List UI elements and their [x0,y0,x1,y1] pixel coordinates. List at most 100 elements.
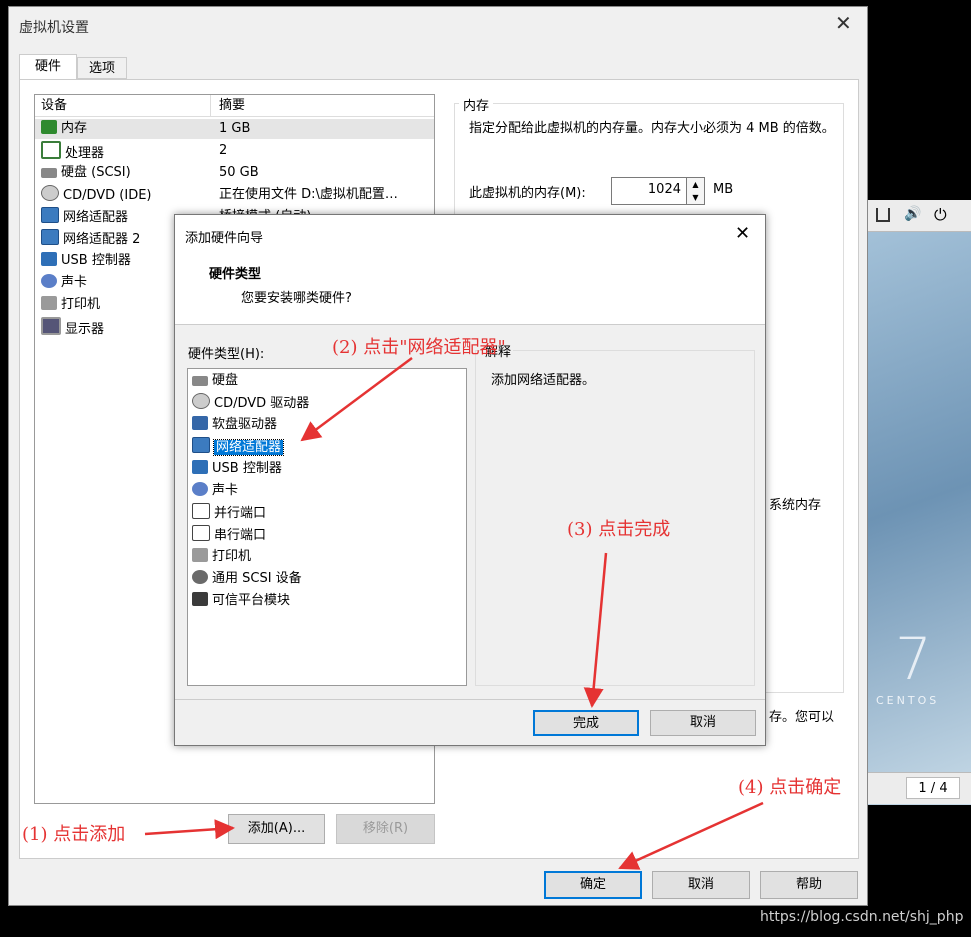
centos-number: 7 [895,625,932,693]
desktop-bottom-bar: 1 / 4 [866,772,971,804]
hardware-type-label: 硬件类型(H): [188,347,265,362]
cancel-button[interactable]: 取消 [652,871,750,899]
hardware-item-label: 硬盘 [212,373,239,388]
hardware-item-label: 并行端口 [214,506,267,521]
column-header-summary[interactable]: 摘要 [211,95,434,117]
hardware-list-item[interactable]: 声卡 [192,481,238,501]
sound-card-icon [192,482,208,496]
device-name: 网络适配器 [63,210,129,225]
table-row[interactable]: CD/DVD (IDE) 正在使用文件 D:\虚拟机配置… [35,185,434,205]
finish-button[interactable]: 完成 [533,710,639,736]
annotation-step3: (3) 点击完成 [567,519,671,540]
cpu-icon [41,141,61,159]
table-row[interactable]: 处理器 2 [35,141,434,161]
remove-hardware-button[interactable]: 移除(R) [336,814,435,844]
cd-dvd-icon [192,393,210,409]
wizard-subheading: 您要安装哪类硬件? [241,291,352,306]
memory-stepper[interactable]: ▲ ▼ [687,177,705,205]
scsi-icon [192,570,208,584]
parallel-port-icon [192,503,210,519]
hardware-list-item[interactable]: 硬盘 [192,371,238,391]
annotation-step4: (4) 点击确定 [738,777,842,798]
tab-hardware[interactable]: 硬件 [19,54,77,80]
table-row[interactable]: 硬盘 (SCSI) 50 GB [35,163,434,183]
network-adapter-icon [41,229,59,245]
usb-icon [192,460,208,474]
cd-dvd-icon [41,185,59,201]
hardware-list-item[interactable]: 可信平台模块 [192,591,290,611]
device-name: USB 控制器 [61,253,131,268]
memory-description: 指定分配给此虚拟机的内存量。内存大小必须为 4 MB 的倍数。 [469,121,835,136]
table-row[interactable]: 内存 1 GB [35,119,434,139]
page-indicator: 1 / 4 [906,777,960,799]
desktop-background [866,200,971,805]
help-button[interactable]: 帮助 [760,871,858,899]
hard-disk-icon [192,376,208,386]
network-icon[interactable] [876,208,890,222]
device-summary: 2 [219,143,228,158]
window-title: 虚拟机设置 [19,20,89,36]
serial-port-icon [192,525,210,541]
tpm-chip-icon [192,592,208,606]
close-icon[interactable]: ✕ [835,11,852,35]
hard-disk-icon [41,168,57,178]
hardware-type-list: 硬盘 CD/DVD 驱动器 软盘驱动器网络适配器 USB 控制器 声卡并行端口串行端口打… [187,368,467,686]
annotation-step2: (2) 点击"网络适配器" [332,337,506,358]
hardware-list-item[interactable]: 打印机 [192,547,251,567]
memory-group-title: 内存 [459,95,494,114]
tab-options[interactable]: 选项 [77,57,127,79]
hardware-list-item[interactable]: USB 控制器 [192,459,282,479]
centos-logo-text: CENTOS [876,694,940,707]
power-icon[interactable]: ⏻ [934,205,947,225]
hardware-item-label: CD/DVD 驱动器 [214,396,310,411]
memory-field-label: 此虚拟机的内存(M): [469,186,586,201]
wizard-title: 添加硬件向导 [185,231,264,246]
wizard-cancel-button[interactable]: 取消 [650,710,756,736]
printer-icon [192,548,208,562]
device-summary: 50 GB [219,165,259,180]
hardware-item-label: 软盘驱动器 [212,417,278,432]
hardware-item-label: 串行端口 [214,528,267,543]
hardware-list-item[interactable]: 并行端口 [192,503,266,523]
device-name: 声卡 [61,275,88,290]
memory-partial-text-1: 系统内存 [769,498,822,513]
hardware-item-label: USB 控制器 [212,461,282,476]
hardware-item-label: 打印机 [212,549,252,564]
device-name: 显示器 [65,322,105,337]
hardware-item-label: 声卡 [212,483,239,498]
column-header-device[interactable]: 设备 [35,95,211,117]
device-name: CD/DVD (IDE) [63,188,152,203]
wizard-close-icon[interactable]: ✕ [735,223,750,244]
add-hardware-wizard: 添加硬件向导 ✕ 硬件类型 您要安装哪类硬件? 硬件类型(H): 硬盘 CD/DV… [174,214,766,746]
explanation-text: 添加网络适配器。 [491,373,596,388]
hardware-list-item[interactable]: 软盘驱动器 [192,415,277,435]
hardware-item-label: 可信平台模块 [212,593,291,608]
usb-icon [41,252,57,266]
wizard-heading: 硬件类型 [209,267,262,282]
memory-icon [41,120,57,134]
printer-icon [41,296,57,310]
wizard-header [175,215,765,325]
network-adapter-icon [41,207,59,223]
add-hardware-button[interactable]: 添加(A)... [228,814,325,844]
ok-button[interactable]: 确定 [544,871,642,899]
hardware-item-label: 通用 SCSI 设备 [212,571,302,586]
memory-partial-text-2: 存。您可以 [769,710,835,725]
volume-icon[interactable]: 🔊 [904,206,921,222]
desktop-top-bar: 🔊 ⏻ [866,200,971,232]
annotation-step1: (1) 点击添加 [22,824,126,845]
hardware-list-item[interactable]: 通用 SCSI 设备 [192,569,302,589]
watermark: https://blog.csdn.net/shj_php [760,909,964,925]
hardware-list-item[interactable]: 网络适配器 [192,437,285,457]
hardware-list-item[interactable]: 串行端口 [192,525,266,545]
device-name: 打印机 [61,297,101,312]
floppy-icon [192,416,208,430]
display-icon [41,317,61,335]
network-adapter-icon [192,437,210,453]
hardware-item-label: 网络适配器 [212,439,285,456]
hardware-list-item[interactable]: CD/DVD 驱动器 [192,393,309,413]
wizard-button-bar [175,699,765,700]
device-summary: 正在使用文件 D:\虚拟机配置… [219,187,398,202]
device-name: 处理器 [65,146,105,161]
memory-input[interactable]: 1024 [611,177,687,205]
